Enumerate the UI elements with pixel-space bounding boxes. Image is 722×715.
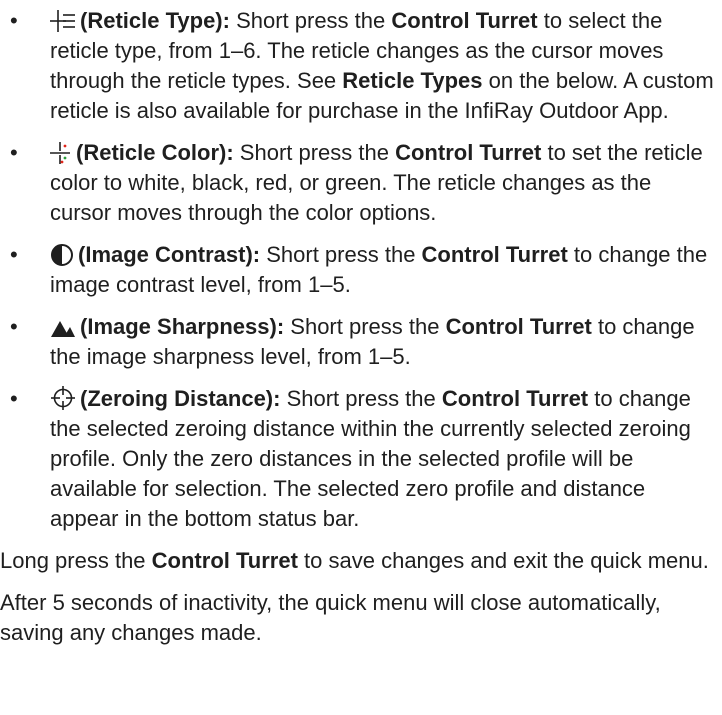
item-text: Short press the: [229, 8, 392, 33]
item-term: (Reticle Type):: [80, 8, 230, 33]
item-text: Short press the: [260, 242, 422, 267]
bullet-dot: •: [10, 314, 18, 339]
list-item-reticle-color: • (Reticle Color): Short press the Contr…: [0, 138, 714, 228]
item-term: (Image Contrast):: [78, 242, 261, 267]
list-item-image-sharpness: • (Image Sharpness): Short press the Con…: [0, 312, 714, 372]
reticle-type-icon: [50, 9, 76, 33]
list-item-zeroing-distance: • (Zeroing Distance): Short press the Co…: [0, 384, 714, 534]
bullet-dot: •: [10, 140, 18, 165]
item-text: Short press the: [233, 140, 396, 165]
list-item-image-contrast: • (Image Contrast): Short press the Cont…: [0, 240, 714, 300]
control-turret-term: Control Turret: [151, 548, 298, 573]
image-contrast-icon: [50, 243, 74, 267]
bullet-dot: •: [10, 386, 18, 411]
zeroing-distance-icon: [50, 385, 76, 411]
paragraph-text: Long press the: [0, 548, 152, 573]
document-page: • (Reticle Type): Short press the Contro…: [0, 0, 722, 715]
item-text: Short press the: [284, 314, 446, 339]
paragraph-text: to save changes and exit the quick menu.: [297, 548, 709, 573]
control-turret-term: Control Turret: [441, 386, 589, 411]
control-turret-term: Control Turret: [395, 140, 542, 165]
image-sharpness-icon: [50, 317, 76, 339]
item-term: (Zeroing Distance):: [80, 386, 281, 411]
control-turret-term: Control Turret: [421, 242, 568, 267]
paragraph-save-and-exit: Long press the Control Turret to save ch…: [0, 546, 714, 576]
list-item-reticle-type: • (Reticle Type): Short press the Contro…: [0, 6, 714, 126]
bullet-dot: •: [10, 242, 18, 267]
control-turret-term: Control Turret: [445, 314, 592, 339]
item-term: (Reticle Color):: [76, 140, 234, 165]
control-turret-term: Control Turret: [391, 8, 538, 33]
reticle-color-icon: [50, 141, 72, 165]
item-text: Short press the: [280, 386, 442, 411]
quick-menu-bullet-list: • (Reticle Type): Short press the Contro…: [0, 6, 714, 534]
paragraph-auto-close: After 5 seconds of inactivity, the quick…: [0, 590, 661, 645]
item-term: (Image Sharpness):: [80, 314, 285, 339]
reticle-types-reference: Reticle Types: [342, 68, 483, 93]
bullet-dot: •: [10, 8, 18, 33]
